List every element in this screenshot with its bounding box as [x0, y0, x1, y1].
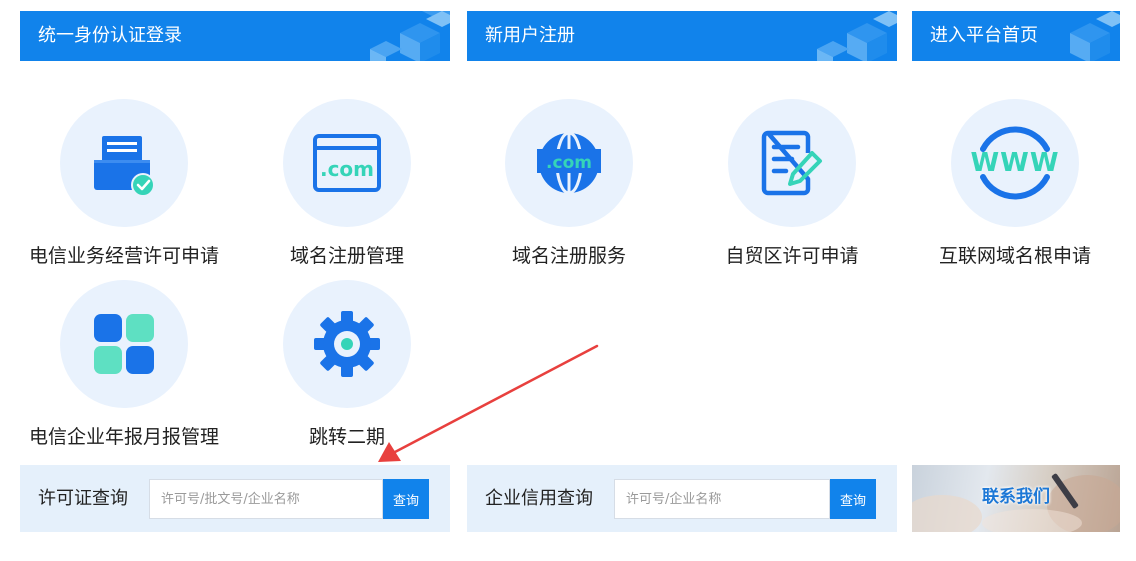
unified-login-banner[interactable]: 统一身份认证登录 [20, 11, 450, 61]
license-query-panel: 许可证查询 查询 [20, 465, 450, 532]
license-form-icon [94, 136, 155, 196]
tile-phase-two-redirect[interactable]: 跳转二期 [237, 280, 457, 449]
tile-label: 电信企业年报月报管理 [28, 426, 219, 448]
new-user-register-label: 新用户注册 [485, 25, 575, 46]
tile-icon-circle: .com [505, 99, 633, 227]
credit-query-panel: 企业信用查询 查询 [467, 465, 897, 532]
license-query-input[interactable] [149, 479, 383, 519]
credit-query-title: 企业信用查询 [485, 488, 593, 509]
cube-decoration-icon [1070, 11, 1120, 61]
tile-icon-circle: .com [283, 99, 411, 227]
cube-decoration-icon [817, 11, 897, 61]
platform-home-banner[interactable]: 进入平台首页 [912, 11, 1120, 61]
tile-label: 自贸区许可申请 [725, 245, 859, 267]
svg-text:WWW: WWW [970, 148, 1059, 178]
tile-internet-domain-root[interactable]: WWW 互联网域名根申请 [905, 99, 1125, 268]
tile-label: 电信业务经营许可申请 [28, 245, 219, 267]
contact-us-label: 联系我们 [982, 487, 1050, 507]
tile-label: 域名注册管理 [289, 245, 404, 267]
tile-label: 跳转二期 [308, 426, 385, 448]
tile-label: 域名注册服务 [511, 245, 626, 267]
new-user-register-banner[interactable]: 新用户注册 [467, 11, 897, 61]
platform-home-label: 进入平台首页 [930, 25, 1038, 46]
unified-login-label: 统一身份认证登录 [38, 25, 182, 46]
license-query-title: 许可证查询 [38, 488, 128, 509]
tile-telecom-license[interactable]: 电信业务经营许可申请 [14, 99, 234, 268]
grid-tiles-icon [94, 314, 154, 374]
dotcom-globe-icon: .com [537, 131, 601, 195]
tile-icon-circle: WWW [951, 99, 1079, 227]
tile-annual-monthly-report[interactable]: 电信企业年报月报管理 [14, 280, 234, 449]
contact-us-banner[interactable]: 联系我们 [912, 465, 1120, 532]
tile-icon-circle [728, 99, 856, 227]
tile-domain-registration-management[interactable]: .com 域名注册管理 [237, 99, 457, 268]
svg-text:.com: .com [546, 153, 592, 173]
www-icon: WWW [970, 126, 1059, 200]
license-query-button[interactable]: 查询 [383, 479, 429, 519]
tile-label: 互联网域名根申请 [938, 245, 1091, 267]
svg-text:.com: .com [320, 157, 374, 181]
credit-query-input[interactable] [614, 479, 830, 519]
credit-query-button[interactable]: 查询 [830, 479, 876, 519]
tile-domain-registration-service[interactable]: .com 域名注册服务 [459, 99, 679, 268]
document-edit-icon [761, 130, 822, 196]
tile-icon-circle [283, 280, 411, 408]
tile-ftz-license[interactable]: 自贸区许可申请 [682, 99, 902, 268]
tile-icon-circle [60, 99, 188, 227]
gear-icon [314, 311, 380, 377]
dotcom-window-icon: .com [313, 134, 381, 192]
cube-decoration-icon [370, 11, 450, 61]
tile-icon-circle [60, 280, 188, 408]
